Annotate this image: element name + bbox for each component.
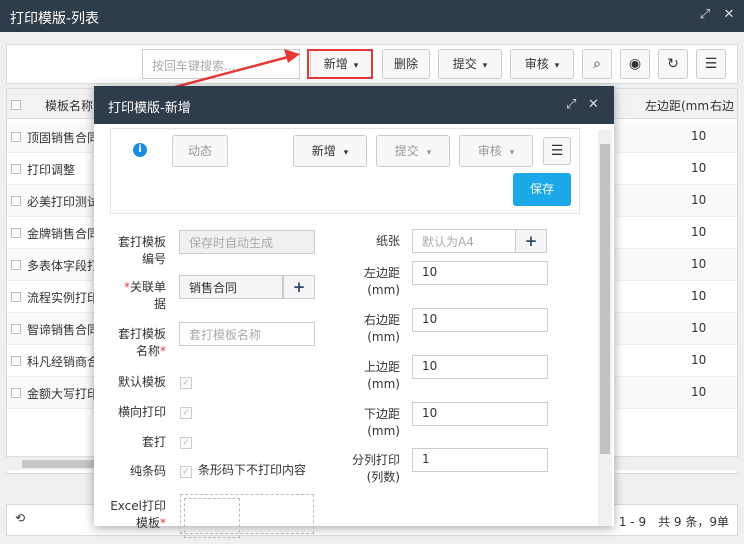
left-margin-label: 左边距(mm)	[363, 266, 400, 297]
related-doc-label: *关联单据	[123, 280, 166, 311]
template-name-input[interactable]: 套打模板名称	[179, 322, 315, 346]
upload-slot[interactable]	[184, 498, 240, 538]
excel-upload-area[interactable]	[180, 494, 314, 538]
bottom-margin-label: 下边距(mm)	[363, 407, 400, 438]
scrollbar-thumb[interactable]	[600, 144, 610, 454]
overlay-checkbox[interactable]: ✓	[180, 437, 192, 449]
dialog-submit-button[interactable]: 提交 ▾	[376, 135, 450, 167]
left-margin-input[interactable]: 10	[412, 261, 548, 285]
info-icon[interactable]: i	[133, 143, 147, 157]
top-margin-input[interactable]: 10	[412, 355, 548, 379]
default-template-checkbox[interactable]: ✓	[180, 377, 192, 389]
template-name-label: 套打模板名称*	[117, 327, 166, 358]
right-margin-input[interactable]: 10	[412, 308, 548, 332]
overlay-label: 套打	[141, 435, 166, 449]
chevron-down-icon: ▾	[509, 148, 515, 158]
columns-label: 分列打印(列数)	[351, 453, 400, 484]
landscape-label: 横向打印	[117, 405, 166, 419]
dialog-title: 打印模版-新增	[108, 101, 191, 116]
dialog-header: 打印模版-新增 ⤢ ✕	[94, 86, 614, 124]
barcode-checkbox[interactable]: ✓	[180, 466, 192, 478]
template-code-label: 套打模板编号	[117, 235, 166, 266]
add-template-dialog: 打印模版-新增 ⤢ ✕ i 动态 新增 ▾ 提交 ▾ 审核 ▾ ☰ 保存 套打模板编号…	[94, 86, 614, 538]
bottom-margin-input[interactable]: 10	[412, 402, 548, 426]
related-doc-field[interactable]: 销售合同	[179, 275, 283, 299]
barcode-option-text: 条形码下不打印内容	[198, 463, 307, 477]
landscape-checkbox[interactable]: ✓	[180, 407, 192, 419]
barcode-label: 纯条码	[129, 464, 166, 478]
paper-label: 纸张	[375, 234, 400, 248]
maximize-icon[interactable]: ⤢	[566, 97, 576, 112]
menu-icon[interactable]: ☰	[543, 137, 571, 165]
save-button[interactable]: 保存	[513, 173, 571, 206]
default-template-label: 默认模板	[117, 375, 166, 389]
columns-input[interactable]: 1	[412, 448, 548, 472]
chevron-down-icon: ▾	[343, 148, 349, 158]
right-margin-label: 右边距(mm)	[363, 313, 400, 344]
close-icon[interactable]: ✕	[588, 97, 599, 112]
dialog-add-button[interactable]: 新增 ▾	[293, 135, 367, 167]
paper-add-button[interactable]: +	[515, 229, 547, 253]
top-margin-label: 上边距(mm)	[363, 360, 400, 391]
dialog-review-button[interactable]: 审核 ▾	[459, 135, 533, 167]
template-code-field[interactable]: 保存时自动生成	[179, 230, 315, 254]
excel-template-label: Excel打印模板*	[110, 499, 166, 530]
dynamic-button[interactable]: 动态	[172, 135, 228, 167]
paper-input[interactable]: 默认为A4	[412, 229, 516, 253]
related-doc-add-button[interactable]: +	[283, 275, 315, 299]
chevron-down-icon: ▾	[426, 148, 432, 158]
dialog-scrollbar[interactable]	[598, 130, 612, 526]
